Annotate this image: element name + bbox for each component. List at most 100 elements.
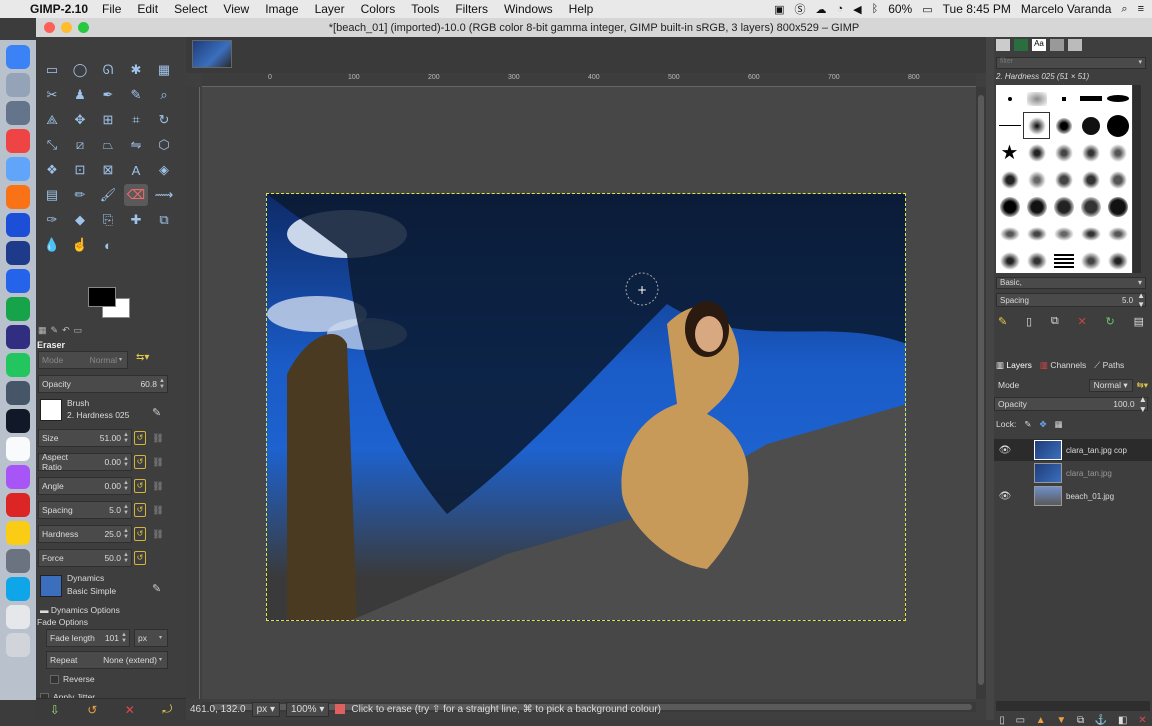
reset-aspect-icon[interactable]: ↺ — [134, 455, 146, 469]
layer-row[interactable]: clara_tan.jpg — [994, 462, 1152, 484]
document-history-tab-icon[interactable] — [1050, 39, 1064, 51]
lock-position-icon[interactable]: ✥ — [1039, 419, 1046, 430]
reset-hardness-icon[interactable]: ↺ — [134, 527, 146, 541]
brush-item-selected[interactable] — [1023, 112, 1050, 139]
menu-filters[interactable]: Filters — [455, 2, 488, 16]
move-icon[interactable]: ✥ — [68, 109, 92, 131]
layer-row[interactable]: 👁 clara_tan.jpg cop — [994, 439, 1152, 461]
tab-paths[interactable]: ⟋ Paths — [1094, 360, 1124, 371]
preview-icon[interactable] — [6, 73, 30, 97]
app-icon[interactable] — [6, 241, 30, 265]
lasso-icon[interactable]: ᘏ — [96, 59, 120, 81]
opacity-field[interactable]: Opacity 60.8 ▲ ▼ — [38, 375, 168, 393]
delete-brush-icon[interactable]: ✕ — [1078, 315, 1087, 328]
layer-name[interactable]: clara_tan.jpg cop — [1066, 446, 1127, 455]
spacing-field[interactable]: Spacing 5.0 ▲ ▼ — [38, 501, 132, 519]
volume-icon[interactable]: ◀ — [853, 3, 861, 16]
brush-item[interactable] — [1104, 85, 1131, 112]
menu-list-icon[interactable]: ≡ — [1138, 3, 1144, 15]
menu-help[interactable]: Help — [569, 2, 594, 16]
terminal-icon[interactable] — [6, 409, 30, 433]
dynamics-options-expander[interactable]: ▬ Dynamics Options — [40, 605, 120, 615]
edit-dynamics-icon[interactable]: ✎ — [152, 582, 161, 595]
foreground-color-swatch[interactable] — [88, 287, 116, 307]
fade-length-field[interactable]: Fade length 101 ▲ ▼ — [46, 629, 130, 647]
brush-item[interactable] — [1077, 193, 1104, 220]
layer-opacity-field[interactable]: Opacity 100.0 ▲ ▼ — [994, 394, 1148, 414]
user-name[interactable]: Marcelo Varanda — [1021, 2, 1112, 16]
brush-spacing-field[interactable]: Spacing 5.0 ▲ ▼ — [996, 291, 1146, 309]
link-size-icon[interactable]: ⛓ — [152, 431, 164, 445]
spin-arrows-icon[interactable]: ▲ ▼ — [1139, 394, 1147, 414]
size-field[interactable]: Size 51.00 ▲ ▼ — [38, 429, 132, 447]
app-icon[interactable] — [6, 493, 30, 517]
calendar-icon[interactable] — [6, 437, 30, 461]
lock-alpha-icon[interactable]: ▦ — [1055, 419, 1063, 430]
link-aspect-icon[interactable]: ⛓ — [152, 455, 164, 469]
image-tab-thumbnail[interactable] — [192, 40, 232, 68]
mypaint-brush-icon[interactable]: ◆ — [68, 209, 92, 231]
spin-arrows-icon[interactable]: ▲ ▼ — [159, 378, 167, 390]
menu-view[interactable]: View — [223, 2, 249, 16]
clone-icon[interactable]: ⎘ — [96, 209, 120, 231]
aspect-ratio-field[interactable]: Aspect Ratio 0.00 ▲ ▼ — [38, 452, 132, 472]
duplicate-layer-icon[interactable]: ⧉ — [1077, 715, 1084, 726]
app-icon[interactable] — [6, 325, 30, 349]
brush-grid[interactable]: ★ — [996, 85, 1132, 273]
visibility-eye-icon[interactable]: 👁 — [994, 445, 1016, 456]
measure-icon[interactable]: ⟁ — [40, 109, 64, 131]
brush-item[interactable] — [1050, 112, 1077, 139]
reset-options-icon[interactable]: ⤾ — [162, 702, 172, 717]
menu-layer[interactable]: Layer — [315, 2, 345, 16]
edit-brush-icon[interactable]: ✎ — [152, 406, 161, 419]
layer-name[interactable]: beach_01.jpg — [1066, 492, 1114, 501]
paths-icon[interactable]: ✒ — [96, 84, 120, 106]
app-icon[interactable] — [6, 549, 30, 573]
lock-pixels-icon[interactable]: ✎ — [1024, 419, 1031, 430]
scissors-icon[interactable]: ✂ — [40, 84, 64, 106]
handle-transform-icon[interactable]: ⊡ — [68, 159, 92, 181]
brush-item[interactable] — [996, 85, 1023, 112]
brushes-tab-icon[interactable] — [996, 39, 1010, 51]
spin-arrows-icon[interactable]: ▲ ▼ — [123, 552, 131, 564]
brush-filter-input[interactable]: filter ▾ — [996, 57, 1146, 69]
menu-windows[interactable]: Windows — [504, 2, 553, 16]
brush-item[interactable]: ★ — [996, 139, 1023, 166]
paintbrush-icon[interactable]: 🖌 — [96, 184, 120, 206]
gradients-tab-icon[interactable] — [1068, 39, 1082, 51]
battery-icon[interactable]: ▭ — [922, 3, 932, 16]
finder-icon[interactable] — [6, 45, 30, 69]
app-icon[interactable] — [6, 129, 30, 153]
unified-transform-icon[interactable]: ⊠ — [96, 159, 120, 181]
brush-item[interactable] — [1050, 220, 1077, 247]
brush-item[interactable] — [1023, 220, 1050, 247]
firefox-icon[interactable] — [6, 185, 30, 209]
wifi-icon[interactable]: ◔ — [836, 3, 843, 15]
pencil-icon[interactable]: ✏ — [68, 184, 92, 206]
brush-item[interactable] — [996, 247, 1023, 274]
brush-item[interactable] — [1023, 85, 1050, 112]
brush-item[interactable] — [1050, 247, 1077, 274]
reverse-checkbox[interactable] — [50, 675, 59, 684]
flip-icon[interactable]: ⇋ — [124, 134, 148, 156]
brush-item[interactable] — [1077, 247, 1104, 274]
spin-arrows-icon[interactable]: ▲ ▼ — [123, 480, 131, 492]
brush-item[interactable] — [1077, 112, 1104, 139]
brush-item[interactable] — [996, 112, 1023, 139]
fuzzy-select-icon[interactable]: ✱ — [124, 59, 148, 81]
ellipse-select-icon[interactable]: ◯ — [68, 59, 92, 81]
menu-file[interactable]: File — [102, 2, 121, 16]
perspective-clone-icon[interactable]: ⧉ — [152, 209, 176, 231]
settings-icon[interactable] — [6, 101, 30, 125]
brush-item[interactable] — [996, 166, 1023, 193]
layer-mode-switch-icon[interactable]: ⇆▾ — [1137, 380, 1148, 391]
minimize-window-button[interactable] — [61, 22, 72, 33]
eraser-icon[interactable]: ⌫ — [124, 184, 148, 206]
layer-name[interactable]: clara_tan.jpg — [1066, 469, 1112, 478]
reset-size-icon[interactable]: ↺ — [134, 431, 146, 445]
heal-icon[interactable]: ✚ — [124, 209, 148, 231]
unit-select[interactable]: px ▾ — [251, 701, 280, 717]
brush-item[interactable] — [1104, 247, 1131, 274]
app-icon[interactable] — [6, 297, 30, 321]
mode-switch-icon[interactable]: ⇆▾ — [136, 352, 149, 363]
